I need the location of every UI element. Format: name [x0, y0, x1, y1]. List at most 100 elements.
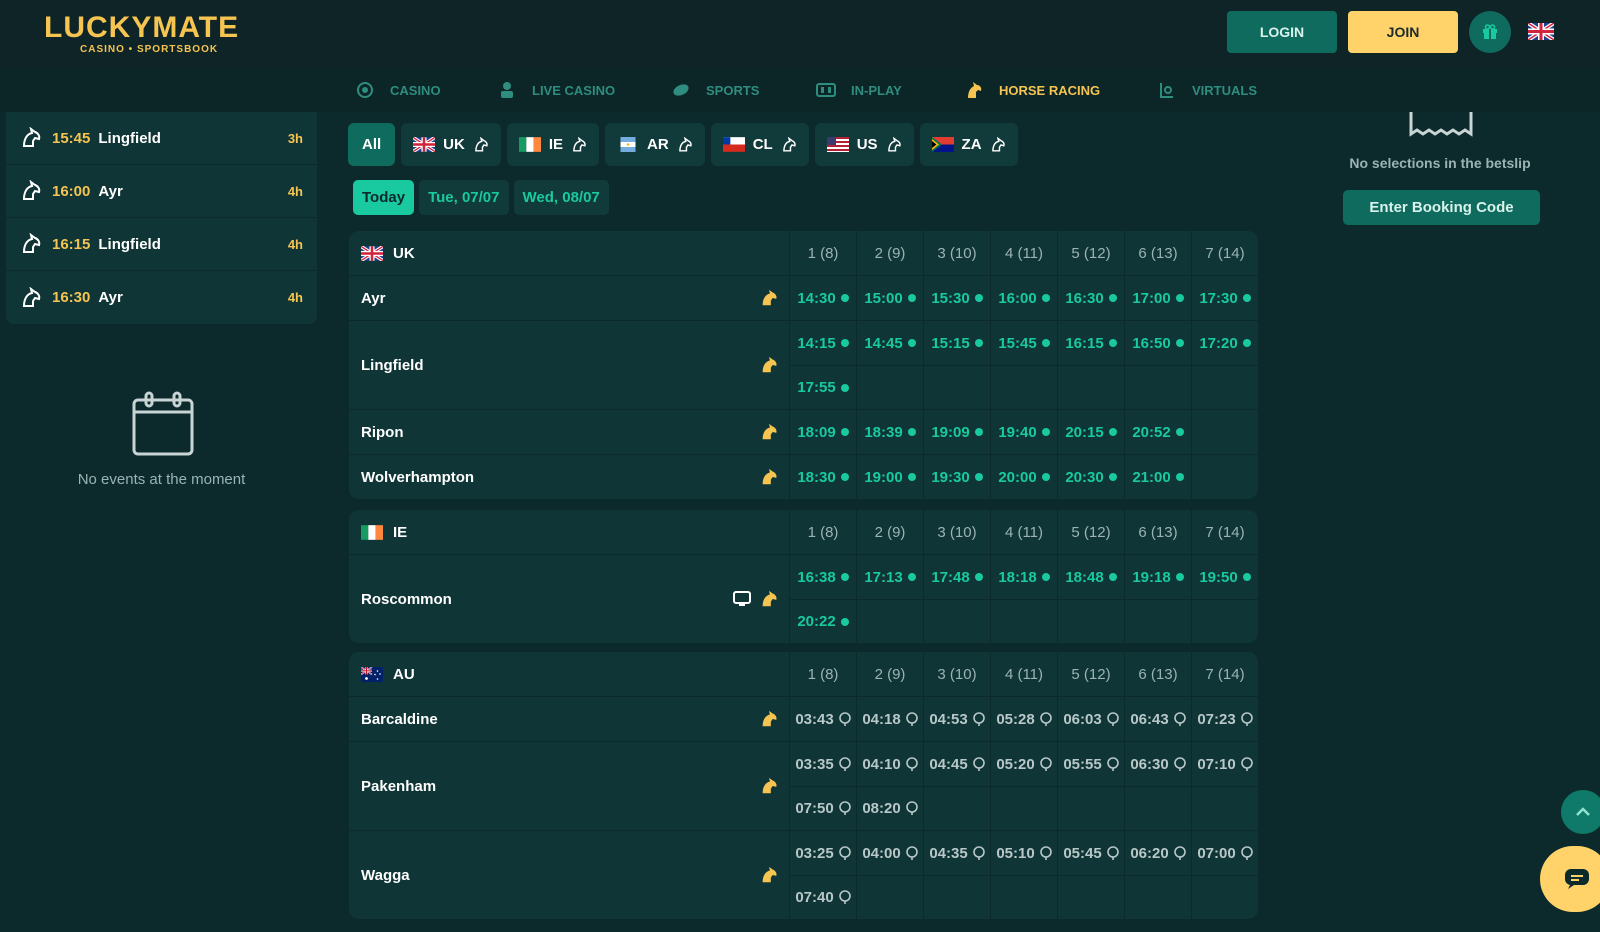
race-time-cell[interactable]: 17:13	[856, 555, 923, 599]
race-time-cell[interactable]: 06:03	[1057, 697, 1124, 741]
race-time-cell[interactable]: 03:43	[789, 697, 856, 741]
race-time-cell[interactable]: 17:55	[789, 365, 856, 409]
date-wed[interactable]: Wed, 08/07	[513, 180, 609, 215]
race-time-cell[interactable]: 16:00	[990, 276, 1057, 320]
filter-za[interactable]: ZA	[919, 123, 1018, 166]
race-time-cell[interactable]: 19:50	[1191, 555, 1258, 599]
nav-horse-racing-label: HORSE RACING	[999, 82, 1101, 98]
race-time-cell[interactable]: 06:43	[1124, 697, 1191, 741]
race-time-cell[interactable]: 17:00	[1124, 276, 1191, 320]
filter-ar[interactable]: AR	[605, 123, 705, 166]
upcoming-race-item[interactable]: 16:15 Lingfield 4h	[6, 218, 317, 271]
meeting-name-cell[interactable]: Wolverhampton	[349, 455, 789, 499]
race-time-cell[interactable]: 07:50	[789, 786, 856, 830]
meeting-name-cell[interactable]: Barcaldine	[349, 697, 789, 741]
race-time-cell[interactable]: 17:30	[1191, 276, 1258, 320]
meeting-name-cell[interactable]: Pakenham	[349, 742, 789, 830]
race-time-cell[interactable]: 19:09	[923, 410, 990, 454]
race-time-cell[interactable]: 20:15	[1057, 410, 1124, 454]
meeting-name-cell[interactable]: Ripon	[349, 410, 789, 454]
race-time-cell[interactable]: 05:20	[990, 742, 1057, 786]
race-time-cell[interactable]: 04:18	[856, 697, 923, 741]
race-time-cell[interactable]: 05:45	[1057, 831, 1124, 875]
race-time-cell[interactable]: 17:20	[1191, 321, 1258, 365]
race-time-cell[interactable]: 03:35	[789, 742, 856, 786]
race-time: 14:45	[864, 334, 903, 352]
race-time-cell[interactable]: 14:45	[856, 321, 923, 365]
race-time-cell[interactable]: 05:55	[1057, 742, 1124, 786]
race-time-cell[interactable]: 04:45	[923, 742, 990, 786]
race-time-cell[interactable]: 16:15	[1057, 321, 1124, 365]
race-time-cell[interactable]: 19:00	[856, 455, 923, 499]
race-time-cell[interactable]: 18:48	[1057, 555, 1124, 599]
race-time-cell[interactable]: 07:23	[1191, 697, 1258, 741]
race-time-cell[interactable]: 06:20	[1124, 831, 1191, 875]
filter-ie[interactable]: IE	[506, 123, 600, 166]
race-time-cell[interactable]: 05:10	[990, 831, 1057, 875]
race-time: 16:00	[52, 182, 91, 200]
nav-horse-racing[interactable]: HORSE RACING	[963, 68, 1100, 112]
country-header: IE	[349, 510, 789, 554]
race-time-cell[interactable]: 14:15	[789, 321, 856, 365]
nav-sports[interactable]: SPORTS	[670, 68, 759, 112]
scroll-to-top-button[interactable]	[1561, 790, 1600, 834]
filter-all[interactable]: All	[348, 123, 396, 166]
language-selector[interactable]	[1526, 21, 1556, 45]
gift-button[interactable]	[1469, 11, 1511, 53]
race-time-cell[interactable]: 20:22	[789, 599, 856, 643]
race-time-cell[interactable]: 17:48	[923, 555, 990, 599]
nav-in-play[interactable]: IN-PLAY	[815, 68, 902, 112]
race-time-cell[interactable]: 06:30	[1124, 742, 1191, 786]
login-button[interactable]: LOGIN	[1227, 11, 1337, 53]
race-time-cell[interactable]: 04:10	[856, 742, 923, 786]
race-time-cell[interactable]: 08:20	[856, 786, 923, 830]
race-time-cell[interactable]: 03:25	[789, 831, 856, 875]
meeting-name-cell[interactable]: Ayr	[349, 276, 789, 320]
upcoming-race-item[interactable]: 16:30 Ayr 4h	[6, 271, 317, 324]
meeting-name-cell[interactable]: Wagga	[349, 831, 789, 919]
race-time-cell[interactable]: 18:09	[789, 410, 856, 454]
filter-uk[interactable]: UK	[401, 123, 501, 166]
nav-casino[interactable]: CASINO	[354, 68, 441, 112]
join-button[interactable]: JOIN	[1348, 11, 1458, 53]
race-time-cell[interactable]: 16:50	[1124, 321, 1191, 365]
nav-virtuals[interactable]: VIRTUALS	[1156, 68, 1257, 112]
race-time-cell[interactable]: 19:30	[923, 455, 990, 499]
upcoming-race-item[interactable]: 15:45 Lingfield 3h	[6, 112, 317, 165]
race-time-cell[interactable]: 16:30	[1057, 276, 1124, 320]
date-today[interactable]: Today	[353, 180, 415, 215]
race-time-cell[interactable]: 15:00	[856, 276, 923, 320]
race-time-cell[interactable]: 20:00	[990, 455, 1057, 499]
race-time-cell[interactable]: 18:18	[990, 555, 1057, 599]
upcoming-race-item[interactable]: 16:00 Ayr 4h	[6, 165, 317, 218]
race-time-cell[interactable]: 14:30	[789, 276, 856, 320]
race-time-cell[interactable]: 15:45	[990, 321, 1057, 365]
race-time-cell[interactable]: 07:10	[1191, 742, 1258, 786]
race-time-cell[interactable]: 18:39	[856, 410, 923, 454]
chat-button[interactable]	[1540, 846, 1600, 912]
race-time-cell[interactable]: 04:35	[923, 831, 990, 875]
race-time-cell[interactable]: 18:30	[789, 455, 856, 499]
enter-booking-code-button[interactable]: Enter Booking Code	[1343, 190, 1540, 225]
race-time-cell[interactable]: 07:40	[789, 875, 856, 919]
nav-live-casino[interactable]: LIVE CASINO	[496, 68, 615, 112]
date-tue[interactable]: Tue, 07/07	[419, 180, 509, 215]
filter-cl[interactable]: CL	[710, 123, 809, 166]
brand-logo[interactable]: LUCKYMATE CASINO • SPORTSBOOK	[44, 12, 239, 56]
race-time: 20:00	[998, 468, 1037, 486]
race-time-cell[interactable]: 21:00	[1124, 455, 1191, 499]
meeting-name-cell[interactable]: Lingfield	[349, 321, 789, 409]
race-time-cell[interactable]: 04:00	[856, 831, 923, 875]
race-time-cell[interactable]: 19:18	[1124, 555, 1191, 599]
meeting-name-cell[interactable]: Roscommon	[349, 555, 789, 643]
race-time-cell[interactable]: 20:52	[1124, 410, 1191, 454]
race-time-cell[interactable]: 19:40	[990, 410, 1057, 454]
filter-us[interactable]: US	[814, 123, 914, 166]
race-time-cell[interactable]: 20:30	[1057, 455, 1124, 499]
race-time-cell[interactable]: 15:30	[923, 276, 990, 320]
race-time-cell[interactable]: 16:38	[789, 555, 856, 599]
race-time-cell[interactable]: 15:15	[923, 321, 990, 365]
race-time-cell[interactable]: 04:53	[923, 697, 990, 741]
race-time-cell[interactable]: 07:00	[1191, 831, 1258, 875]
race-time-cell[interactable]: 05:28	[990, 697, 1057, 741]
